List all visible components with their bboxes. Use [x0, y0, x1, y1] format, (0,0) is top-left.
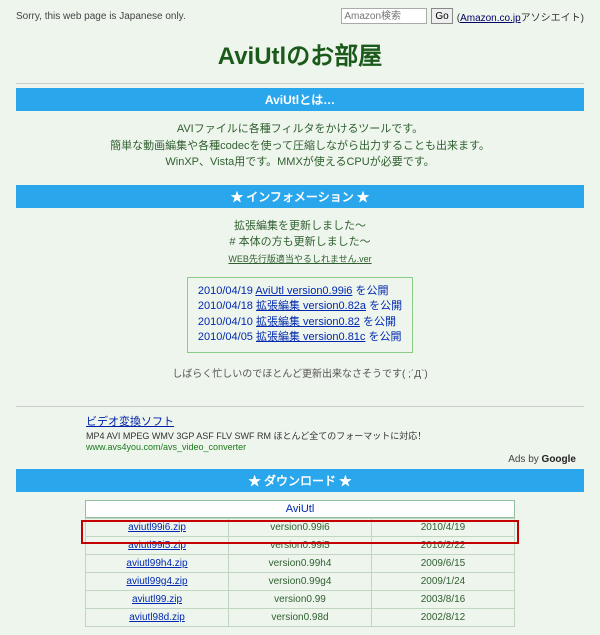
- download-file-link[interactable]: aviutl99i6.zip: [128, 522, 186, 533]
- news-link[interactable]: AviUtl version0.99i6: [255, 285, 352, 297]
- about-header: AviUtlとは…: [16, 88, 584, 111]
- download-date: 2002/8/12: [372, 608, 515, 626]
- jp-only-notice: Sorry, this web page is Japanese only.: [16, 11, 186, 22]
- news-box: 2010/04/19 AviUtl version0.99i6 を公開2010/…: [187, 277, 413, 353]
- info-small-link[interactable]: WEB先行版適当やるしれません.ver: [228, 254, 371, 264]
- download-version: version0.98d: [229, 608, 372, 626]
- download-header: ★ ダウンロード ★: [16, 469, 584, 492]
- info-body: 拡張編集を更新しました～ # 本体の方も更新しました～ WEB先行版適当やるしれ…: [16, 208, 584, 402]
- search-go-button[interactable]: Go: [431, 8, 452, 24]
- ad-url: www.avs4you.com/avs_video_converter: [86, 442, 514, 452]
- info-header: ★ インフォメーション ★: [16, 185, 584, 208]
- download-date: 2010/4/19: [372, 518, 515, 536]
- ad-title-link[interactable]: ビデオ変換ソフト: [86, 416, 174, 428]
- download-file-link[interactable]: aviutl98d.zip: [129, 612, 185, 623]
- ad-desc: MP4 AVI MPEG WMV 3GP ASF FLV SWF RM ほとんど…: [86, 429, 514, 442]
- table-row: aviutl99i5.zip version0.99i52010/2/22: [86, 536, 515, 554]
- news-link[interactable]: 拡張編集 version0.81c: [256, 331, 365, 343]
- page-title: AviUtlのお部屋: [16, 36, 584, 71]
- download-file-link[interactable]: aviutl99.zip: [132, 594, 182, 605]
- download-table: aviutl99i6.zipversion0.99i62010/4/19aviu…: [85, 518, 515, 627]
- news-link[interactable]: 拡張編集 version0.82a: [256, 300, 366, 312]
- download-category-header: AviUtl: [85, 500, 515, 518]
- download-file-link[interactable]: aviutl99i5.zip: [128, 540, 186, 551]
- download-version: version0.99g4: [229, 572, 372, 590]
- download-version: version0.99: [229, 590, 372, 608]
- table-row: aviutl98d.zip version0.98d2002/8/12: [86, 608, 515, 626]
- download-version: version0.99h4: [229, 554, 372, 572]
- download-file-link[interactable]: aviutl99g4.zip: [126, 576, 187, 587]
- download-date: 2009/6/15: [372, 554, 515, 572]
- table-row: aviutl99h4.zip version0.99h42009/6/15: [86, 554, 515, 572]
- download-version: version0.99i6: [229, 518, 372, 536]
- ads-by-label: Ads by Google: [24, 454, 576, 465]
- news-row: 2010/04/18 拡張編集 version0.82a を公開: [198, 299, 402, 314]
- divider: [16, 83, 584, 84]
- about-body: AVIファイルに各種フィルタをかけるツールです。 簡単な動画編集や各種codec…: [16, 111, 584, 181]
- news-link[interactable]: 拡張編集 version0.82: [256, 316, 360, 328]
- amazon-link[interactable]: Amazon.co.jp: [460, 13, 521, 24]
- table-row: aviutl99g4.zip version0.99g42009/1/24: [86, 572, 515, 590]
- download-date: 2003/8/16: [372, 590, 515, 608]
- download-date: 2009/1/24: [372, 572, 515, 590]
- download-date: 2010/2/22: [372, 536, 515, 554]
- amazon-associate-text: (Amazon.co.jpアソシエイト): [457, 9, 584, 24]
- table-row: aviutl99.zip version0.992003/8/16: [86, 590, 515, 608]
- divider: [16, 406, 584, 407]
- download-file-link[interactable]: aviutl99h4.zip: [126, 558, 187, 569]
- news-row: 2010/04/19 AviUtl version0.99i6 を公開: [198, 284, 402, 299]
- download-section: AviUtl aviutl99i6.zip version0.99i62010/4…: [85, 500, 515, 627]
- table-row: aviutl99i6.zip version0.99i62010/4/19: [86, 518, 515, 536]
- busy-text: しばらく忙しいのでほとんど更新出来なさそうです( ;´Д`): [16, 367, 584, 382]
- amazon-search-input[interactable]: [341, 8, 427, 24]
- news-row: 2010/04/10 拡張編集 version0.82 を公開: [198, 315, 402, 330]
- download-version: version0.99i5: [229, 536, 372, 554]
- news-row: 2010/04/05 拡張編集 version0.81c を公開: [198, 330, 402, 345]
- ad-block: ビデオ変換ソフト MP4 AVI MPEG WMV 3GP ASF FLV SW…: [86, 413, 514, 452]
